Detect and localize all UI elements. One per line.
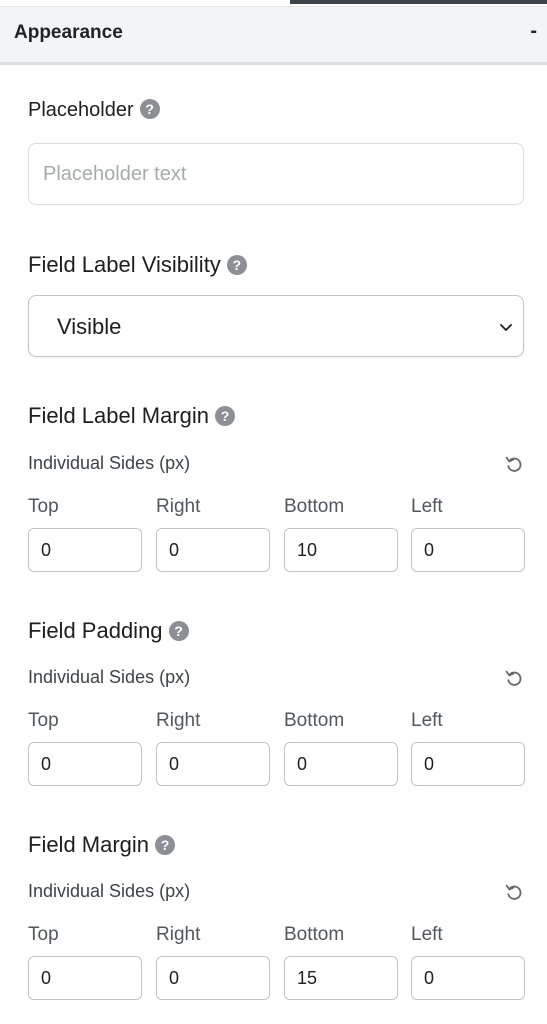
placeholder-input[interactable] — [28, 143, 524, 205]
field-label-visibility-label: Field Label Visibility? — [28, 252, 247, 278]
help-icon[interactable]: ? — [155, 835, 176, 855]
individual-sides-label: Individual Sides (px) — [28, 453, 191, 473]
individual-sides-label: Individual Sides (px) — [28, 881, 191, 901]
field-margin-label: Field Margin? — [28, 832, 176, 858]
side-label-top: Top — [28, 496, 59, 517]
active-tab-indicator — [290, 0, 547, 4]
individual-sides-label: Individual Sides (px) — [28, 667, 191, 687]
select-value: Visible — [57, 314, 122, 339]
reset-icon[interactable] — [503, 453, 525, 475]
side-label-right: Right — [156, 496, 201, 517]
margin-right-input[interactable] — [156, 528, 270, 572]
appearance-panel-header[interactable]: Appearance - — [0, 6, 547, 65]
side-label-left: Left — [411, 496, 443, 517]
side-label-top: Top — [28, 710, 59, 731]
padding-right-input[interactable] — [156, 742, 270, 786]
field-margin-top-input[interactable] — [28, 956, 142, 1000]
side-label-bottom: Bottom — [284, 710, 345, 731]
field-margin-bottom-input[interactable] — [284, 956, 398, 1000]
side-label-right: Right — [156, 710, 201, 731]
chevron-down-icon — [500, 324, 512, 331]
side-label-left: Left — [411, 924, 443, 945]
help-icon[interactable]: ? — [168, 621, 189, 641]
field-padding-label: Field Padding? — [28, 618, 189, 644]
margin-top-input[interactable] — [28, 528, 142, 572]
margin-left-input[interactable] — [411, 528, 525, 572]
padding-bottom-input[interactable] — [284, 742, 398, 786]
reset-icon[interactable] — [503, 881, 525, 903]
placeholder-label: Placeholder? — [28, 99, 160, 122]
help-icon[interactable]: ? — [214, 406, 235, 426]
collapse-button[interactable]: - — [530, 20, 537, 43]
side-label-top: Top — [28, 924, 59, 945]
field-label-margin-label: Field Label Margin? — [28, 403, 235, 429]
padding-top-input[interactable] — [28, 742, 142, 786]
margin-bottom-input[interactable] — [284, 528, 398, 572]
padding-left-input[interactable] — [411, 742, 525, 786]
reset-icon[interactable] — [503, 667, 525, 689]
help-icon[interactable]: ? — [139, 99, 160, 119]
side-label-bottom: Bottom — [284, 924, 345, 945]
help-icon[interactable]: ? — [226, 255, 247, 275]
field-margin-left-input[interactable] — [411, 956, 525, 1000]
side-label-left: Left — [411, 710, 443, 731]
side-label-bottom: Bottom — [284, 496, 345, 517]
side-label-right: Right — [156, 924, 201, 945]
field-label-visibility-select[interactable]: Visible — [28, 295, 524, 357]
field-margin-right-input[interactable] — [156, 956, 270, 1000]
panel-title: Appearance — [14, 22, 123, 43]
